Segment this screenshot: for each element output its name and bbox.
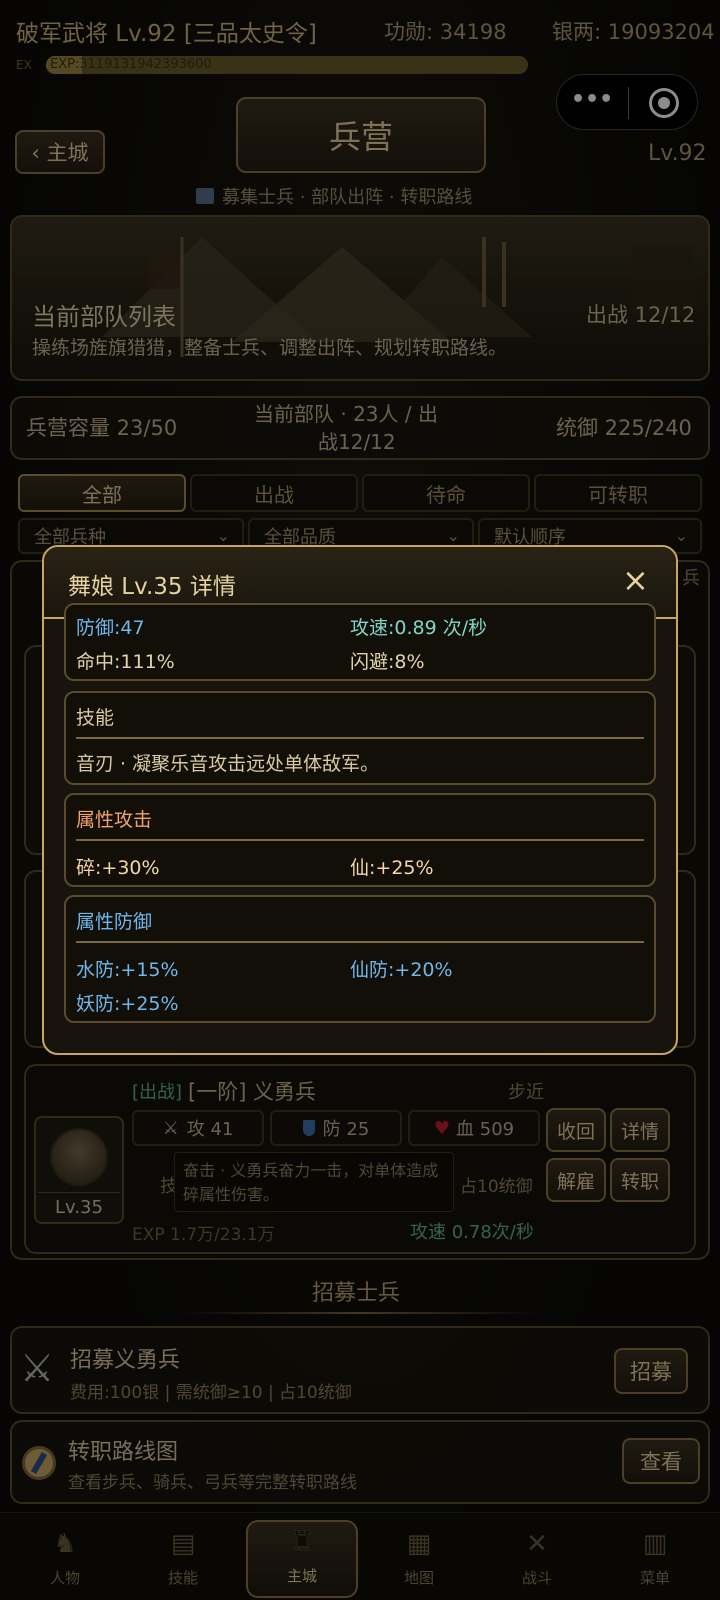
attr-defense-card: 属性防御 水防:+15% 仙防:+20% 妖防:+25% <box>64 895 656 1023</box>
unit-detail-modal: 舞娘 Lv.35 详情 × 防御:47 攻速:0.89 次/秒 命中:111% … <box>42 545 678 1055</box>
attr-attack-immortal: 仙:+25% <box>350 857 434 879</box>
skill-card-header: 技能 <box>76 707 115 729</box>
stat-speed: 攻速:0.89 次/秒 <box>350 617 488 639</box>
attr-attack-crush: 碎:+30% <box>76 857 160 879</box>
skill-card-text: 音刃 · 凝聚乐音攻击远处单体敌军。 <box>76 753 380 775</box>
skill-card-divider <box>76 737 644 739</box>
attr-defense-divider <box>76 941 644 943</box>
app-root: 破军武将 Lv.92 [三品太史令] 功勋: 34198 银两: 1909320… <box>0 0 720 1600</box>
attr-attack-card: 属性攻击 碎:+30% 仙:+25% <box>64 793 656 887</box>
attr-defense-water: 水防:+15% <box>76 959 179 981</box>
attr-defense-header: 属性防御 <box>76 911 153 933</box>
attr-defense-immortal: 仙防:+20% <box>350 959 453 981</box>
stat-dodge: 闪避:8% <box>350 651 425 673</box>
close-icon[interactable]: × <box>622 561 649 599</box>
stats-card: 防御:47 攻速:0.89 次/秒 命中:111% 闪避:8% <box>64 603 656 681</box>
attr-attack-divider <box>76 839 644 841</box>
modal-title: 舞娘 Lv.35 详情 <box>68 574 236 600</box>
attr-attack-header: 属性攻击 <box>76 809 153 831</box>
stat-hit: 命中:111% <box>76 651 175 673</box>
skill-card: 技能 音刃 · 凝聚乐音攻击远处单体敌军。 <box>64 691 656 785</box>
attr-defense-demon: 妖防:+25% <box>76 993 179 1015</box>
stat-defense: 防御:47 <box>76 617 145 639</box>
